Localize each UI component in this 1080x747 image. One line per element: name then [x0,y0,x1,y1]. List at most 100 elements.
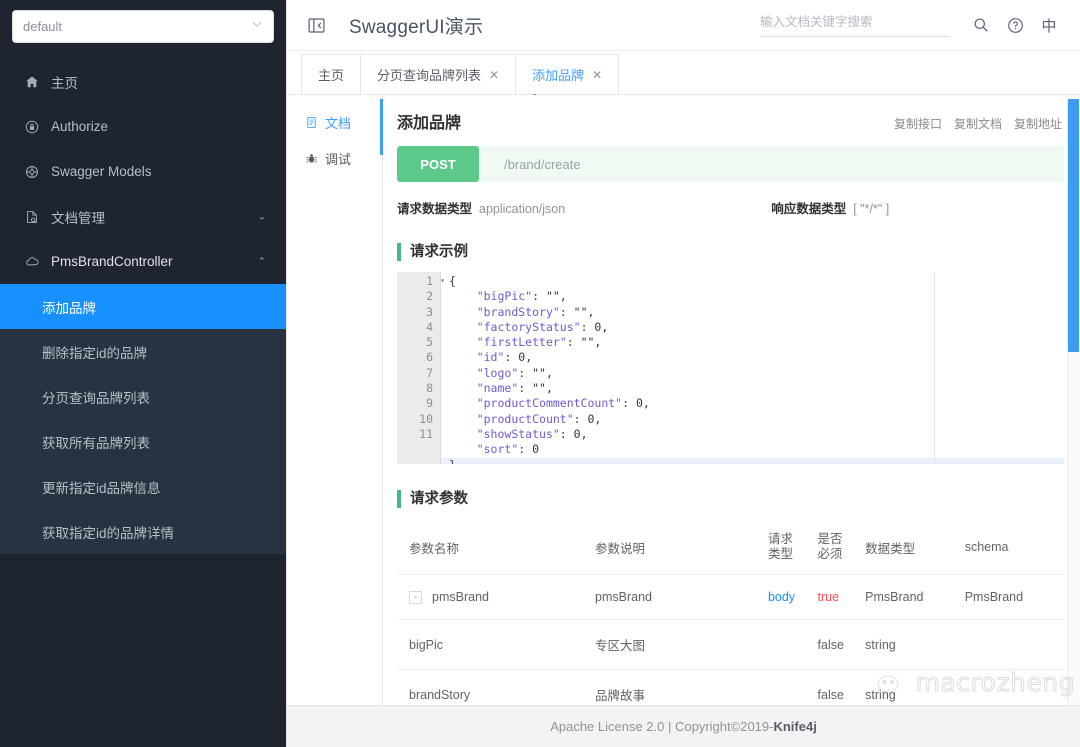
page-title: SwaggerUI演示 [349,12,483,39]
cell-param-required: true [818,575,866,620]
request-example-heading: 请求示例 [397,243,1064,261]
sidebar-subitem-add-brand[interactable]: 添加品牌 [0,284,286,329]
search-icon[interactable] [966,10,996,40]
bug-icon [305,152,318,165]
service-select[interactable]: default [12,10,274,43]
close-icon[interactable]: ✕ [489,69,499,81]
tab-home[interactable]: 主页 [301,54,361,94]
table-header-row: 参数名称 参数说明 请求 类型 是否 必须 数据类型 [397,520,1064,575]
sidebar-subitem-label: 更新指定id品牌信息 [42,477,161,497]
editor-line-number: 9 [397,396,433,411]
doc-panel-item-debug[interactable]: 调试 [287,140,382,176]
footer: Apache License 2.0 | Copyright © 2019- K… [287,705,1080,747]
sidebar-item-label: 主页 [51,72,78,92]
tab-label: 添加品牌 [532,65,584,84]
close-icon[interactable]: ✕ [592,69,602,81]
sidebar-subitem-label: 删除指定id的品牌 [42,342,147,362]
cell-param-in [768,620,818,670]
editor-line-number: 8 [397,381,433,396]
sidebar-subitem-all-brand-list[interactable]: 获取所有品牌列表 [0,419,286,464]
endpoint-bar: POST /brand/create [397,146,1064,182]
cell-param-schema: PmsBrand [965,575,1064,620]
request-content-type-value: application/json [479,202,565,216]
content-scrollbar-track[interactable] [1067,95,1080,705]
cell-param-type: string [865,670,965,705]
sidebar: default 主页 Authorize [0,0,286,747]
editor-code-line: "logo": "", [449,366,1064,381]
cell-param-required: false [818,620,866,670]
sidebar-subitem-label: 添加品牌 [42,297,96,317]
copy-interface-link[interactable]: 复制接口 [894,115,942,132]
response-content-type: 响应数据类型 [ "*/*" ] [771,198,889,217]
tab-label: 主页 [318,65,344,84]
sidebar-subitem-delete-brand[interactable]: 删除指定id的品牌 [0,329,286,374]
sidebar-item-authorize[interactable]: Authorize [0,104,286,149]
request-params-heading-label: 请求参数 [410,490,468,508]
copy-links: 复制接口 复制文档 复制地址 [894,115,1062,132]
col-in: 请求 类型 [768,520,818,575]
sidebar-subitem-label: 获取指定id的品牌详情 [42,522,174,542]
sidebar-subitem-update-brand[interactable]: 更新指定id品牌信息 [0,464,286,509]
tab-page-brand-list[interactable]: 分页查询品牌列表 ✕ [360,54,516,94]
expand-collapse-toggle[interactable]: - [409,591,422,604]
footer-brand: Knife4j [773,719,816,734]
col-schema: schema [965,520,1064,575]
lock-icon [22,120,42,134]
sidebar-item-label: Swagger Models [51,164,152,179]
col-required-line2: 必须 [818,547,866,562]
editor-code-line: { [449,274,1064,289]
search-input[interactable] [760,15,950,29]
table-row: brandStory品牌故事falsestring [397,670,1064,705]
cell-param-type: PmsBrand [865,575,965,620]
sidebar-item-label: Authorize [51,119,108,134]
editor-code-line: "firstLetter": "", [449,335,1064,350]
editor-code-line: "productCommentCount": 0, [449,396,1064,411]
col-desc: 参数说明 [595,520,768,575]
editor-code-line: "brandStory": "", [449,305,1064,320]
sidebar-subitem-brand-detail[interactable]: 获取指定id的品牌详情 [0,509,286,554]
request-params-heading: 请求参数 [397,490,1064,508]
editor-line-numbers: 12345678910111213 [397,272,441,464]
editor-line-number: 6 [397,350,433,365]
editor-print-margin [934,272,935,464]
content-scrollbar-thumb[interactable] [1068,99,1079,352]
copyright-icon: © [731,719,741,734]
cell-param-in [768,670,818,705]
question-circle-icon[interactable] [1000,10,1030,40]
copy-address-link[interactable]: 复制地址 [1014,115,1062,132]
editor-code-line: } [441,458,1064,464]
request-example-editor[interactable]: 12345678910111213 { "bigPic": "", "brand… [397,272,1064,464]
home-icon [22,75,42,89]
sidebar-item-doc-manage[interactable]: 文档管理 ⌄ [0,194,286,239]
chevron-up-icon: ⌃ [258,256,266,267]
editor-line-number: 4 [397,320,433,335]
language-toggle[interactable]: 中 [1034,10,1064,40]
sidebar-item-home[interactable]: 主页 [0,59,286,104]
col-in-line1: 请求 [768,532,818,547]
api-title: 添加品牌 [397,109,461,133]
editor-code-line: "factoryStatus": 0, [449,320,1064,335]
collapse-menu-icon[interactable] [305,14,327,36]
editor-code-line: "name": "", [449,381,1064,396]
doc-panel-item-document[interactable]: 文档 [287,104,382,140]
tab-add-brand[interactable]: 添加品牌 ✕ [515,54,619,94]
col-type: 数据类型 [865,520,965,575]
sidebar-item-pmsbrandcontroller[interactable]: PmsBrandController ⌃ [0,239,286,284]
content-split: 文档 调试 添加品牌 复制接口 复制文档 [287,95,1080,705]
editor-code[interactable]: { "bigPic": "", "brandStory": "", "facto… [441,272,1064,464]
request-content-type-label: 请求数据类型 [397,198,472,217]
editor-line-number: 5 [397,335,433,350]
copy-doc-link[interactable]: 复制文档 [954,115,1002,132]
editor-line-number: 10 [397,412,433,427]
app-root: default 主页 Authorize [0,0,1080,747]
sidebar-subitem-page-brand-list[interactable]: 分页查询品牌列表 [0,374,286,419]
sidebar-item-swagger-models[interactable]: Swagger Models [0,149,286,194]
cloud-icon [22,254,42,269]
model-icon [22,165,42,179]
cell-param-type: string [865,620,965,670]
document-icon [22,210,42,224]
api-doc-inner: 添加品牌 复制接口 复制文档 复制地址 POST /brand/create [383,95,1080,705]
request-content-type: 请求数据类型 application/json [397,198,565,217]
cell-param-name: -pmsBrand [397,575,595,620]
chevron-down-icon [251,18,263,33]
